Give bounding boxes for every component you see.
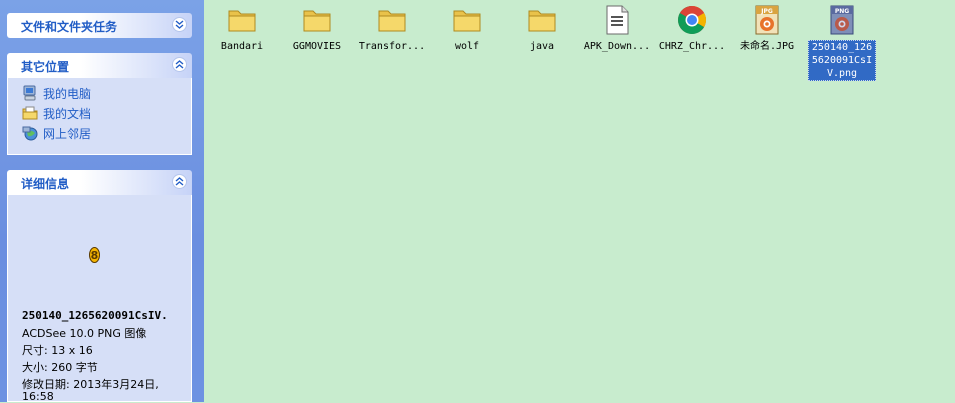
other-places-header[interactable]: 其它位置 <box>7 53 192 78</box>
file-item-jpg[interactable]: JPG 未命名.JPG <box>729 4 805 80</box>
folder-icon <box>303 10 331 32</box>
my-computer-icon <box>23 85 36 101</box>
details-panel: 详细信息 8 250140_1265620091CsIV. ACDSee 10.… <box>7 170 192 403</box>
file-item-png-selected[interactable]: PNG 250140_1265620091CsIV.png <box>804 4 880 81</box>
details-modified-time: 16:58 <box>22 390 54 403</box>
file-label: java <box>529 41 555 52</box>
file-label: APK_Down... <box>583 41 651 52</box>
file-item-java[interactable]: java <box>504 4 580 80</box>
file-tasks-panel: 文件和文件夹任务 <box>7 13 192 38</box>
jpg-badge-text: JPG <box>760 8 773 15</box>
link-my-documents[interactable]: 我的文档 <box>22 104 91 122</box>
link-network-places[interactable]: 网上邻居 <box>22 124 91 142</box>
details-size: 大小: 260 字节 <box>22 361 98 374</box>
folder-icon <box>453 10 481 32</box>
file-item-ggmovies[interactable]: GGMOVIES <box>279 4 355 80</box>
link-network-places-label: 网上邻居 <box>43 126 92 141</box>
file-tasks-title: 文件和文件夹任务 <box>21 20 118 34</box>
file-view[interactable]: Bandari GGMOVIES Transfor... wolf java A… <box>204 0 955 402</box>
network-places-icon <box>22 126 38 141</box>
folder-icon <box>228 10 256 32</box>
file-item-chrz-chrome[interactable]: CHRZ_Chr... <box>654 4 730 80</box>
other-places-panel: 其它位置 我的电脑 我的文档 网上邻居 <box>7 53 192 155</box>
link-my-computer-label: 我的电脑 <box>43 86 92 101</box>
collapse-chevron-icon[interactable] <box>172 174 187 189</box>
file-thumbnail-icon: 8 <box>89 247 100 263</box>
other-places-body: 我的电脑 我的文档 网上邻居 <box>7 78 192 155</box>
file-label: 未命名.JPG <box>739 41 795 52</box>
collapse-chevron-icon[interactable] <box>172 57 187 72</box>
folder-icon <box>528 10 556 32</box>
file-label: CHRZ_Chr... <box>658 41 726 52</box>
expand-chevron-icon[interactable] <box>172 17 187 32</box>
chrome-icon <box>678 6 706 34</box>
file-tasks-header[interactable]: 文件和文件夹任务 <box>7 13 192 38</box>
details-header[interactable]: 详细信息 <box>7 170 192 195</box>
link-my-computer[interactable]: 我的电脑 <box>22 84 91 102</box>
file-label: Transfor... <box>358 41 426 52</box>
file-label: 250140_1265620091CsIV.png <box>808 40 876 81</box>
details-dimensions: 尺寸: 13 x 16 <box>22 344 93 357</box>
my-documents-icon <box>22 106 38 120</box>
file-item-bandari[interactable]: Bandari <box>204 4 280 80</box>
details-filename: 250140_1265620091CsIV. <box>22 309 168 322</box>
details-title: 详细信息 <box>21 177 70 191</box>
link-my-documents-label: 我的文档 <box>43 106 92 121</box>
details-body: 8 250140_1265620091CsIV. ACDSee 10.0 PNG… <box>7 195 192 403</box>
details-filetype: ACDSee 10.0 PNG 图像 <box>22 327 147 340</box>
png-badge-text: PNG <box>835 8 849 15</box>
file-item-transfor[interactable]: Transfor... <box>354 4 430 80</box>
png-image-icon: PNG <box>830 5 854 35</box>
file-label: wolf <box>454 41 480 52</box>
file-label: GGMOVIES <box>292 41 342 52</box>
task-pane: 文件和文件夹任务 其它位置 我的电脑 我的文档 网上邻居 详细信息 8 2501… <box>0 0 204 403</box>
svg-text:8: 8 <box>91 249 99 262</box>
other-places-title: 其它位置 <box>21 60 70 74</box>
document-icon <box>606 5 629 35</box>
file-label: Bandari <box>220 41 264 52</box>
jpg-image-icon: JPG <box>755 5 779 35</box>
file-item-apk-download[interactable]: APK_Down... <box>579 4 655 80</box>
folder-icon <box>378 10 406 32</box>
file-item-wolf[interactable]: wolf <box>429 4 505 80</box>
